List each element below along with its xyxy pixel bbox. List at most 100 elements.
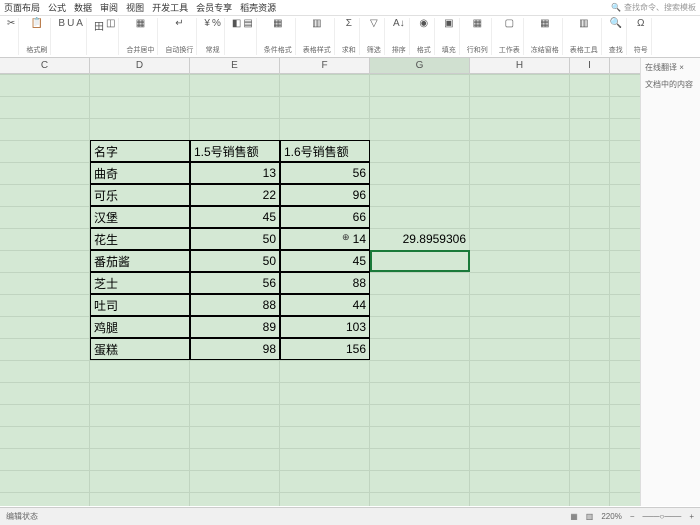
ribbon-button[interactable]: Ω (637, 18, 644, 29)
ribbon-group: ▦冻结窗格 (528, 18, 563, 55)
table-cell[interactable]: 66 (280, 206, 370, 228)
ribbon-button[interactable]: ◧ (232, 18, 241, 29)
table-cell[interactable]: 吐司 (90, 294, 190, 316)
table-cell[interactable]: 56 (280, 162, 370, 184)
search-placeholder: 查找命令、搜索模板 (624, 2, 696, 13)
ribbon-label: 行和列 (467, 45, 488, 55)
ribbon-button[interactable]: % (212, 18, 221, 29)
ribbon-button[interactable]: ▦ (540, 18, 549, 29)
menu-item[interactable]: 开发工具 (152, 1, 188, 14)
table-cell[interactable]: 芝士 (90, 272, 190, 294)
column-header-E[interactable]: E (190, 58, 280, 73)
ribbon-button[interactable]: ▤ (243, 18, 252, 29)
table-cell[interactable]: 44 (280, 294, 370, 316)
table-header-cell[interactable]: 1.5号销售额 (190, 140, 280, 162)
table-cell[interactable]: 50 (190, 228, 280, 250)
menu-item[interactable]: 页面布局 (4, 1, 40, 14)
grid[interactable]: 名字1.5号销售额1.6号销售额曲奇1356可乐2296汉堡4566花生5014… (0, 74, 640, 506)
ribbon-label: 格式 (417, 45, 431, 55)
table-cell[interactable]: 96 (280, 184, 370, 206)
menu-item[interactable]: 稻壳资源 (240, 1, 276, 14)
cell-g-value[interactable]: 29.8959306 (370, 228, 470, 250)
table-cell[interactable]: 98 (190, 338, 280, 360)
search-box[interactable]: 🔍 查找命令、搜索模板 (611, 2, 696, 13)
table-cell[interactable]: 蛋糕 (90, 338, 190, 360)
ribbon-button[interactable]: A↓ (393, 18, 405, 29)
column-headers: CDEFGHI (0, 58, 640, 74)
zoom-out-icon[interactable]: − (630, 512, 635, 521)
table-header-cell[interactable]: 名字 (90, 140, 190, 162)
table-cell[interactable]: 汉堡 (90, 206, 190, 228)
table-cell[interactable]: 13 (190, 162, 280, 184)
ribbon-group: ▥表格工具 (567, 18, 602, 55)
ribbon-group: 田◫ (91, 18, 119, 55)
ribbon-button[interactable]: 📋 (31, 18, 43, 29)
ribbon-button[interactable]: ▦ (473, 18, 482, 29)
ribbon-button[interactable]: ▥ (312, 18, 321, 29)
fill-handle-icon[interactable]: ⊕ (342, 232, 350, 243)
ribbon-button[interactable]: 田 (94, 18, 104, 33)
table-cell[interactable]: 103 (280, 316, 370, 338)
zoom-slider[interactable]: ───○─── (642, 512, 681, 521)
table-header-cell[interactable]: 1.6号销售额 (280, 140, 370, 162)
menu-item[interactable]: 公式 (48, 1, 66, 14)
menu-bar: 页面布局 公式 数据 审阅 视图 开发工具 会员专享 稻壳资源 🔍 查找命令、搜… (0, 0, 700, 16)
table-cell[interactable]: 番茄酱 (90, 250, 190, 272)
table-cell[interactable]: 可乐 (90, 184, 190, 206)
ribbon-group: ▦ 合并居中 (123, 18, 158, 55)
ribbon-label: 排序 (392, 45, 406, 55)
column-header-H[interactable]: H (470, 58, 570, 73)
menu-item[interactable]: 数据 (74, 1, 92, 14)
ribbon-group: ◉ 格式 (414, 18, 435, 55)
column-header-G[interactable]: G (370, 58, 470, 73)
table-cell[interactable]: 45 (280, 250, 370, 272)
ribbon-button[interactable]: ◫ (106, 18, 115, 33)
column-header-F[interactable]: F (280, 58, 370, 73)
ribbon-button[interactable]: ¥ (204, 18, 210, 29)
zoom-level[interactable]: 220% (601, 512, 621, 521)
table-cell[interactable]: 22 (190, 184, 280, 206)
ribbon-button[interactable]: Σ (346, 18, 352, 29)
ribbon-button[interactable]: A (76, 18, 83, 29)
ribbon-button[interactable]: ◉ (419, 18, 428, 29)
table-cell[interactable]: 88 (280, 272, 370, 294)
ribbon-button[interactable]: ▥ (579, 18, 588, 29)
column-header-C[interactable]: C (0, 58, 90, 73)
table-cell[interactable]: 88 (190, 294, 280, 316)
ribbon-label: 查找 (609, 45, 623, 55)
ribbon-button[interactable]: ▦ (273, 18, 282, 29)
ribbon-label: 符号 (634, 45, 648, 55)
column-header-I[interactable]: I (570, 58, 610, 73)
ribbon-button[interactable]: ▣ (444, 18, 453, 29)
ribbon-button[interactable]: ↵ (175, 18, 183, 29)
ribbon-group: ▣填充 (439, 18, 460, 55)
table-cell[interactable]: 89 (190, 316, 280, 338)
table-cell[interactable]: 曲奇 (90, 162, 190, 184)
ribbon-button[interactable]: ▦ (136, 18, 145, 29)
table-cell[interactable]: 50 (190, 250, 280, 272)
table-cell[interactable]: 156 (280, 338, 370, 360)
menu-item[interactable]: 视图 (126, 1, 144, 14)
table-cell[interactable]: 45 (190, 206, 280, 228)
ribbon-group: ▥表格样式 (300, 18, 335, 55)
view-icon[interactable]: ▦ (570, 512, 578, 521)
ribbon-group: ▽筛选 (364, 18, 385, 55)
ribbon-button[interactable]: ▽ (370, 18, 378, 29)
menu-item[interactable]: 审阅 (100, 1, 118, 14)
ribbon-button[interactable]: U (67, 18, 74, 29)
ribbon-button[interactable]: ▢ (505, 18, 514, 29)
ribbon-button[interactable]: B (58, 18, 65, 29)
table-cell[interactable]: 花生 (90, 228, 190, 250)
selected-cell[interactable] (370, 250, 470, 272)
ribbon-button[interactable]: 🔍 (610, 18, 622, 29)
table-cell[interactable]: 56 (190, 272, 280, 294)
spreadsheet[interactable]: CDEFGHI 名字1.5号销售额1.6号销售额曲奇1356可乐2296汉堡45… (0, 58, 640, 506)
view-icon[interactable]: ▥ (586, 512, 594, 521)
ribbon-button[interactable]: ✂ (7, 18, 15, 29)
table-cell[interactable]: 鸡腿 (90, 316, 190, 338)
zoom-in-icon[interactable]: + (689, 512, 694, 521)
column-header-D[interactable]: D (90, 58, 190, 73)
table-cell[interactable]: 14 (280, 228, 370, 250)
ribbon-label: 合并居中 (126, 45, 154, 55)
menu-item[interactable]: 会员专享 (196, 1, 232, 14)
